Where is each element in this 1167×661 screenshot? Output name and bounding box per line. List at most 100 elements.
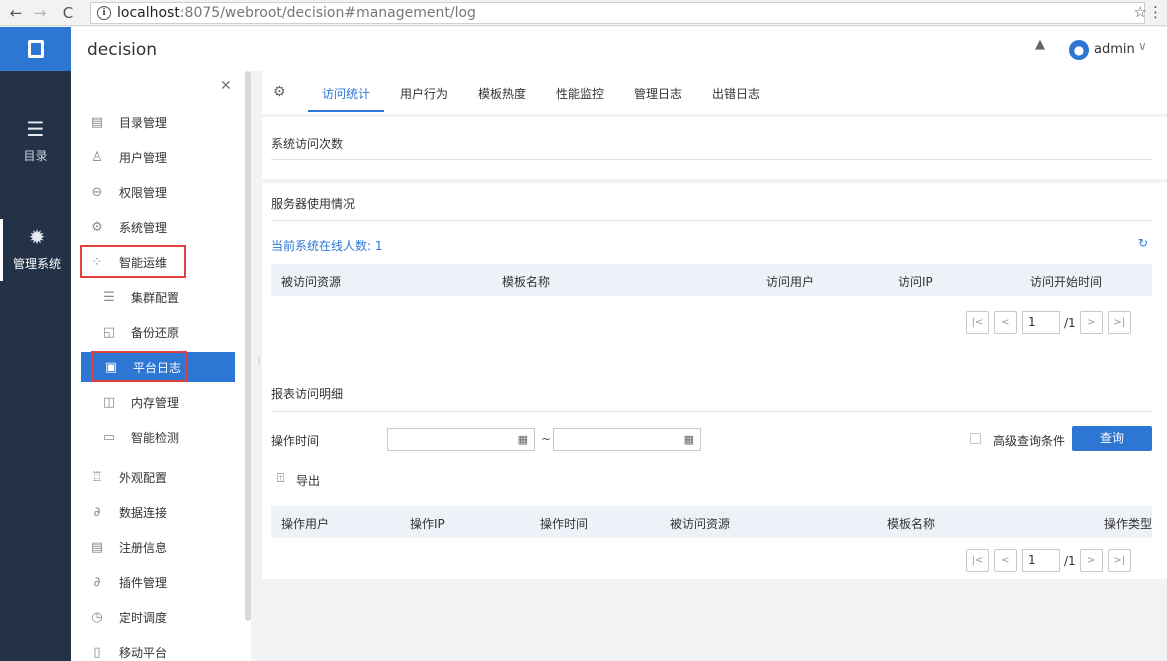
sidebar-item-label: 权限管理 [119, 185, 168, 200]
sidebar-item-memory[interactable]: ◫ 内存管理 [71, 387, 241, 417]
sidebar-item-plugins[interactable]: ∂ 插件管理 [71, 567, 241, 597]
sidebar-item-system[interactable]: ⚙ 系统管理 [71, 212, 241, 242]
mobile-icon: ▯ [93, 644, 101, 660]
sidebar-item-permissions[interactable]: ⊖ 权限管理 [71, 177, 241, 207]
main-content: ⚙ 访问统计 用户行为 模板热度 性能监控 管理日志 出错日志 系统访问次数 服… [262, 71, 1167, 661]
column-header: 被访问资源 [670, 517, 731, 531]
list-icon: ☰ [26, 117, 45, 141]
sidebar: ✕ ▤ 目录管理 ♙ 用户管理 ⊖ 权限管理 ⚙ 系统管理 ⁘ 智能运维 ☰ 集群配置 ◱ 备… [71, 71, 251, 661]
tab-error-log[interactable]: 出错日志 [712, 85, 760, 102]
plugin-icon: ∂ [93, 574, 101, 590]
detail-table: 操作用户 操作IP 操作时间 被访问资源 模板名称 操作类型 |< < 1 /1… [262, 501, 1167, 577]
calendar-icon[interactable]: ▦ [518, 433, 528, 446]
sidebar-item-label: 数据连接 [119, 505, 168, 520]
rail-item-management[interactable]: ✹ 管理系统 [0, 219, 71, 281]
gear-icon: ✹ [28, 225, 46, 249]
sidebar-item-users[interactable]: ♙ 用户管理 [71, 142, 241, 172]
sidebar-scrollbar[interactable] [245, 71, 251, 621]
sidebar-item-label: 外观配置 [119, 470, 168, 485]
paint-icon: ♖ [91, 469, 103, 485]
next-page-button[interactable]: > [1079, 549, 1103, 572]
sidebar-item-label: 系统管理 [119, 220, 168, 235]
sidebar-item-label: 集群配置 [131, 290, 180, 305]
browser-menu-icon[interactable]: ⋮ [1148, 3, 1163, 21]
page-input[interactable]: 1 [1022, 549, 1060, 572]
detail-table-header: 操作用户 操作IP 操作时间 被访问资源 模板名称 操作类型 [271, 506, 1152, 538]
first-page-button[interactable]: |< [966, 549, 989, 572]
calendar-icon[interactable]: ▦ [684, 433, 694, 446]
reload-icon[interactable]: C [58, 4, 78, 22]
sidebar-item-mobile[interactable]: ▯ 移动平台 [71, 637, 241, 661]
server-table-header: 被访问资源 模板名称 访问用户 访问IP 访问开始时间 [271, 264, 1152, 296]
sidebar-item-registration[interactable]: ▤ 注册信息 [71, 532, 241, 562]
back-arrow-icon[interactable]: ← [6, 4, 26, 22]
last-page-button[interactable]: >| [1107, 549, 1131, 572]
app-title: decision [87, 40, 158, 60]
prev-page-button[interactable]: < [994, 311, 1017, 334]
visits-panel: 系统访问次数 [262, 117, 1167, 179]
rail-item-directory[interactable]: ☰ 目录 [0, 117, 71, 164]
first-page-button[interactable]: |< [966, 311, 989, 334]
settings-icon: ⚙ [91, 219, 103, 235]
export-button[interactable]: 导出 [296, 472, 320, 489]
advanced-query-checkbox[interactable] [970, 433, 981, 444]
sidebar-item-label: 定时调度 [119, 610, 168, 625]
lock-icon: ⊖ [91, 184, 103, 200]
column-header: 访问IP [898, 275, 933, 289]
user-avatar-icon[interactable]: ● [1069, 40, 1089, 60]
advanced-query-label: 高级查询条件 [993, 434, 1066, 448]
prev-page-button[interactable]: < [994, 549, 1017, 572]
pin-icon[interactable]: ✕ [220, 78, 232, 94]
info-icon[interactable]: i [97, 6, 111, 20]
sidebar-item-data-connection[interactable]: ∂ 数据连接 [71, 497, 241, 527]
sidebar-item-scheduler[interactable]: ◷ 定时调度 [71, 602, 241, 632]
splitter-handle[interactable]: ⋮ ⋮ [255, 356, 263, 368]
export-icon[interactable]: ⍐ [277, 471, 284, 486]
column-header: 操作用户 [281, 517, 330, 531]
tab-admin-log[interactable]: 管理日志 [634, 85, 682, 102]
bell-icon[interactable]: ▲ [1035, 37, 1045, 52]
forward-arrow-icon[interactable]: → [30, 4, 50, 22]
query-button[interactable]: 查询 [1072, 426, 1152, 451]
sidebar-item-appearance[interactable]: ♖ 外观配置 [71, 462, 241, 492]
divider [271, 411, 1152, 412]
bookmark-star-icon[interactable]: ☆ [1134, 3, 1147, 21]
sidebar-item-directory[interactable]: ▤ 目录管理 [71, 107, 241, 137]
sidebar-item-label: 插件管理 [119, 575, 168, 590]
browser-toolbar: ← → C i localhost:8075/webroot/decision#… [0, 0, 1167, 26]
sidebar-item-cluster[interactable]: ☰ 集群配置 [71, 282, 241, 312]
tab-user-behavior[interactable]: 用户行为 [400, 85, 448, 102]
divider [271, 159, 1152, 160]
column-header: 操作时间 [540, 517, 589, 531]
register-icon: ▤ [90, 539, 104, 555]
next-page-button[interactable]: > [1079, 311, 1103, 334]
visits-title: 系统访问次数 [271, 137, 344, 151]
end-date-input[interactable]: ▦ [553, 428, 701, 451]
sidebar-item-label: 移动平台 [119, 645, 168, 660]
sidebar-item-label: 内存管理 [131, 395, 180, 410]
refresh-icon[interactable]: ↻ [1138, 236, 1148, 250]
tab-access-stats[interactable]: 访问统计 [322, 85, 370, 102]
cluster-icon: ☰ [103, 289, 115, 305]
url-host: localhost [117, 5, 180, 21]
tab-template-heat[interactable]: 模板热度 [478, 85, 526, 102]
settings-gear-icon[interactable]: ⚙ [273, 84, 286, 100]
last-page-button[interactable]: >| [1107, 311, 1131, 334]
tab-bar: ⚙ 访问统计 用户行为 模板热度 性能监控 管理日志 出错日志 [262, 71, 1167, 114]
column-header: 操作类型 [1104, 517, 1153, 531]
user-name[interactable]: admin [1094, 42, 1135, 57]
chevron-down-icon[interactable]: ∨ [1138, 39, 1147, 53]
divider [271, 220, 1152, 221]
sidebar-item-backup[interactable]: ◱ 备份还原 [71, 317, 241, 347]
sidebar-item-detection[interactable]: ▭ 智能检测 [71, 422, 241, 452]
server-title: 服务器使用情况 [271, 197, 356, 211]
address-bar[interactable]: i localhost:8075/webroot/decision#manage… [90, 2, 1145, 24]
start-date-input[interactable]: ▦ [387, 428, 535, 451]
app-logo[interactable] [0, 27, 71, 71]
server-pager: |< < 1 /1 > >| [966, 311, 1136, 334]
sidebar-item-label: 智能检测 [131, 430, 180, 445]
page-input[interactable]: 1 [1022, 311, 1060, 334]
sidebar-item-label: 目录管理 [119, 115, 168, 130]
tab-performance[interactable]: 性能监控 [556, 85, 604, 102]
app-header: decision ▲ ● admin ∨ [0, 27, 1167, 71]
